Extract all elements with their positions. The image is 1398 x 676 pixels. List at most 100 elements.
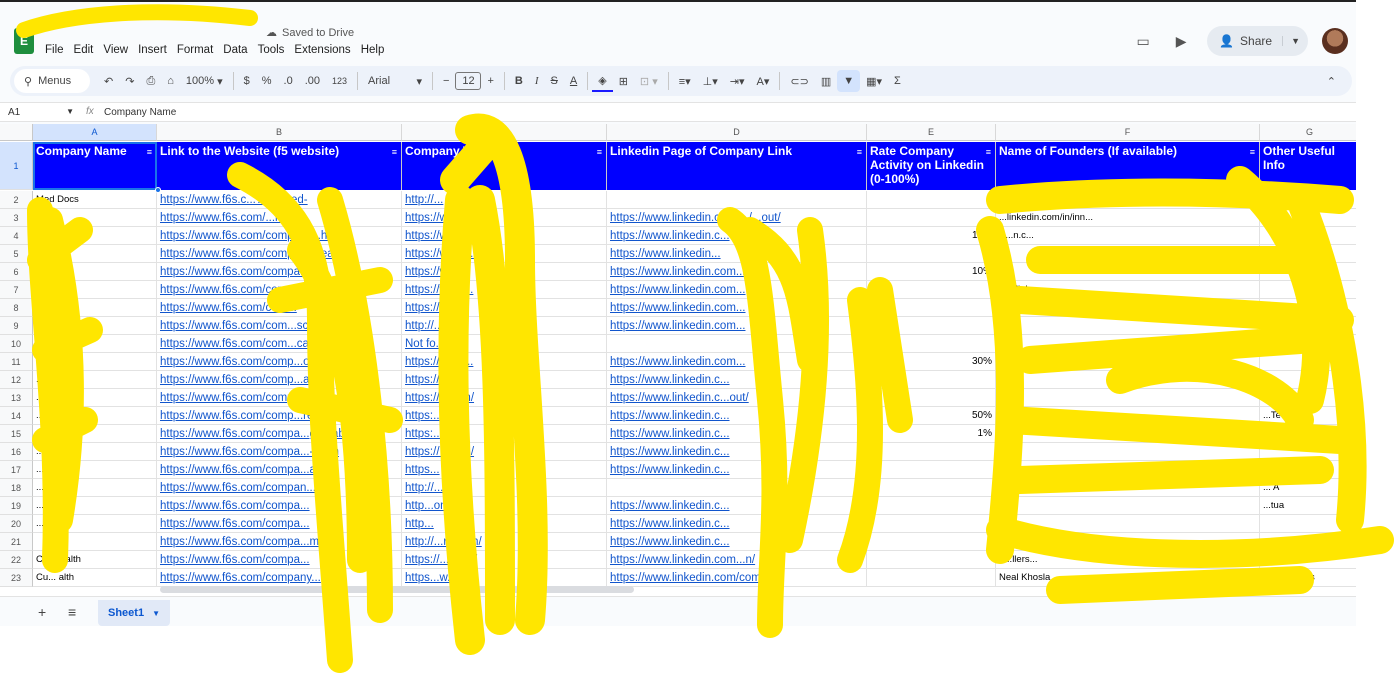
row-header[interactable]: 3 bbox=[0, 209, 33, 227]
table-cell[interactable]: https://www.linkedin... bbox=[607, 245, 867, 263]
table-cell[interactable]: https://www...om/ bbox=[402, 209, 607, 227]
table-cell[interactable] bbox=[996, 245, 1260, 263]
table-cell[interactable]: Med Docs bbox=[33, 191, 157, 209]
table-cell[interactable]: https://... bbox=[402, 299, 607, 317]
table-cell[interactable] bbox=[1260, 317, 1356, 335]
increase-decimal-button[interactable]: .00 bbox=[299, 70, 326, 92]
column-header[interactable]: G bbox=[1260, 124, 1356, 141]
row-header[interactable]: 14 bbox=[0, 407, 33, 425]
row-header[interactable]: 10 bbox=[0, 335, 33, 353]
table-cell[interactable]: ...h bbox=[33, 371, 157, 389]
text-rotate-icon[interactable]: A▾ bbox=[751, 70, 776, 92]
table-cell[interactable] bbox=[867, 209, 996, 227]
table-cell[interactable]: Bo...nalyt bbox=[1260, 389, 1356, 407]
table-cell[interactable]: E...n.c... bbox=[996, 227, 1260, 245]
text-wrap-icon[interactable]: ⇥▾ bbox=[724, 70, 751, 92]
header-cell[interactable]: Name of Founders (If available) ≡ bbox=[996, 142, 1260, 190]
table-cell[interactable]: https://www.f6s.com/com... bbox=[157, 299, 402, 317]
table-cell[interactable] bbox=[996, 461, 1260, 479]
row-header[interactable]: 11 bbox=[0, 353, 33, 371]
table-cell[interactable] bbox=[996, 515, 1260, 533]
paint-format-icon[interactable]: ⌂ bbox=[161, 70, 180, 92]
table-cell[interactable]: A bbox=[1260, 299, 1356, 317]
decrease-font-size-button[interactable]: − bbox=[437, 70, 455, 92]
table-cell[interactable]: https...w...om/ bbox=[402, 569, 607, 587]
row-header[interactable]: 6 bbox=[0, 263, 33, 281]
table-cell[interactable] bbox=[1260, 245, 1356, 263]
bold-button[interactable]: B bbox=[509, 70, 529, 92]
table-cell[interactable]: https://www.f6s.com/comp...re#ab bbox=[157, 407, 402, 425]
table-cell[interactable] bbox=[1260, 263, 1356, 281]
table-cell[interactable]: ... A bbox=[1260, 479, 1356, 497]
functions-button[interactable]: Σ bbox=[888, 70, 907, 92]
table-cell[interactable]: http... bbox=[402, 515, 607, 533]
table-cell[interactable]: https://www.linkedin.c... bbox=[607, 443, 867, 461]
table-cell[interactable]: ...emory bbox=[33, 443, 157, 461]
comment-icon[interactable]: ▭ bbox=[1131, 29, 1155, 53]
table-cell[interactable]: https://...com/ bbox=[402, 389, 607, 407]
table-cell[interactable]: http...om/ bbox=[402, 497, 607, 515]
table-cell[interactable] bbox=[1260, 533, 1356, 551]
table-cell[interactable]: https://www.linkedin.com... bbox=[607, 281, 867, 299]
table-cell[interactable]: https://www.linkedin.com... bbox=[607, 263, 867, 281]
table-cell[interactable]: https://www.f6s.com/company...ealth bbox=[157, 245, 402, 263]
table-cell[interactable]: ...e bbox=[33, 407, 157, 425]
link-icon[interactable]: ⊂⊃ bbox=[784, 70, 814, 92]
chevron-down-icon[interactable]: ▼ bbox=[152, 609, 160, 618]
filter-icon[interactable]: ≡ bbox=[392, 145, 397, 159]
column-header[interactable]: C bbox=[402, 124, 607, 141]
table-cell[interactable]: https://...om/ bbox=[402, 371, 607, 389]
filter-icon[interactable]: ≡ bbox=[597, 145, 602, 159]
table-cell[interactable]: https://www.f6s.com/company... bbox=[157, 569, 402, 587]
table-cell[interactable]: 30% bbox=[867, 353, 996, 371]
table-cell[interactable]: https://www.f6s.com/comp...alth bbox=[157, 371, 402, 389]
table-cell[interactable]: 1% bbox=[867, 425, 996, 443]
vertical-align-icon[interactable]: ⊥▾ bbox=[697, 70, 724, 92]
borders-icon[interactable]: ⊞ bbox=[613, 70, 634, 92]
menu-insert[interactable]: Insert bbox=[138, 44, 167, 56]
table-cell[interactable]: ...w.linke... bbox=[996, 281, 1260, 299]
table-cell[interactable]: https://www.linkedin.c... bbox=[607, 227, 867, 245]
table-cell[interactable]: https://www.linkedin.c... bbox=[607, 371, 867, 389]
spreadsheet-grid[interactable]: A B C D E F G 1 Company Name ≡ Link to the Website… bbox=[0, 124, 1356, 596]
table-cell[interactable] bbox=[33, 353, 157, 371]
font-select[interactable]: Arial ▾ bbox=[362, 70, 428, 92]
column-header[interactable]: A bbox=[33, 124, 157, 141]
menus-search[interactable]: ⚲ Menus bbox=[14, 69, 90, 93]
table-cell[interactable] bbox=[33, 425, 157, 443]
fill-color-icon[interactable]: ◈ bbox=[592, 70, 613, 92]
table-cell[interactable]: https:... bbox=[402, 407, 607, 425]
table-cell[interactable]: ...th bbox=[33, 281, 157, 299]
table-cell[interactable] bbox=[867, 497, 996, 515]
percent-button[interactable]: % bbox=[256, 70, 278, 92]
table-cell[interactable] bbox=[1260, 353, 1356, 371]
table-cell[interactable]: https://www.linkedin.c... bbox=[607, 515, 867, 533]
column-header[interactable]: E bbox=[867, 124, 996, 141]
font-size-input[interactable]: 12 bbox=[455, 72, 482, 90]
table-cell[interactable]: ...2 bbox=[996, 425, 1260, 443]
table-cell[interactable]: ...e bbox=[33, 497, 157, 515]
table-cell[interactable]: https://www... bbox=[402, 227, 607, 245]
table-cell[interactable] bbox=[867, 515, 996, 533]
table-cell[interactable]: https://www.linkedin.c... bbox=[607, 533, 867, 551]
table-cell[interactable] bbox=[996, 443, 1260, 461]
table-cell[interactable] bbox=[1260, 281, 1356, 299]
table-cell[interactable]: https://www.f6s.com/compa... bbox=[157, 551, 402, 569]
table-cell[interactable]: https://www... bbox=[402, 353, 607, 371]
table-cell[interactable] bbox=[607, 191, 867, 209]
share-button[interactable]: 👤 Share ▼ bbox=[1207, 26, 1308, 56]
header-cell[interactable]: Company Website ≡ bbox=[402, 142, 607, 190]
table-cell[interactable]: https://www.f6s.com/com...alth bbox=[157, 281, 402, 299]
sheet-tab[interactable]: Sheet1 ▼ bbox=[98, 600, 170, 626]
table-cell[interactable]: ...cal bbox=[33, 335, 157, 353]
table-cell[interactable]: https://www.linkedin.com/.../...out/ bbox=[607, 209, 867, 227]
sheets-logo-icon[interactable]: E bbox=[14, 28, 34, 54]
table-cell[interactable] bbox=[1260, 461, 1356, 479]
name-box[interactable]: A1 ▼ bbox=[8, 107, 74, 118]
table-cell[interactable] bbox=[1260, 515, 1356, 533]
table-cell[interactable] bbox=[867, 479, 996, 497]
formula-input[interactable]: Company Name bbox=[104, 107, 176, 118]
table-cell[interactable]: https://www.f6s.com/compa... bbox=[157, 497, 402, 515]
zoom-select[interactable]: 100% ▾ bbox=[180, 70, 229, 92]
menu-edit[interactable]: Edit bbox=[74, 44, 94, 56]
